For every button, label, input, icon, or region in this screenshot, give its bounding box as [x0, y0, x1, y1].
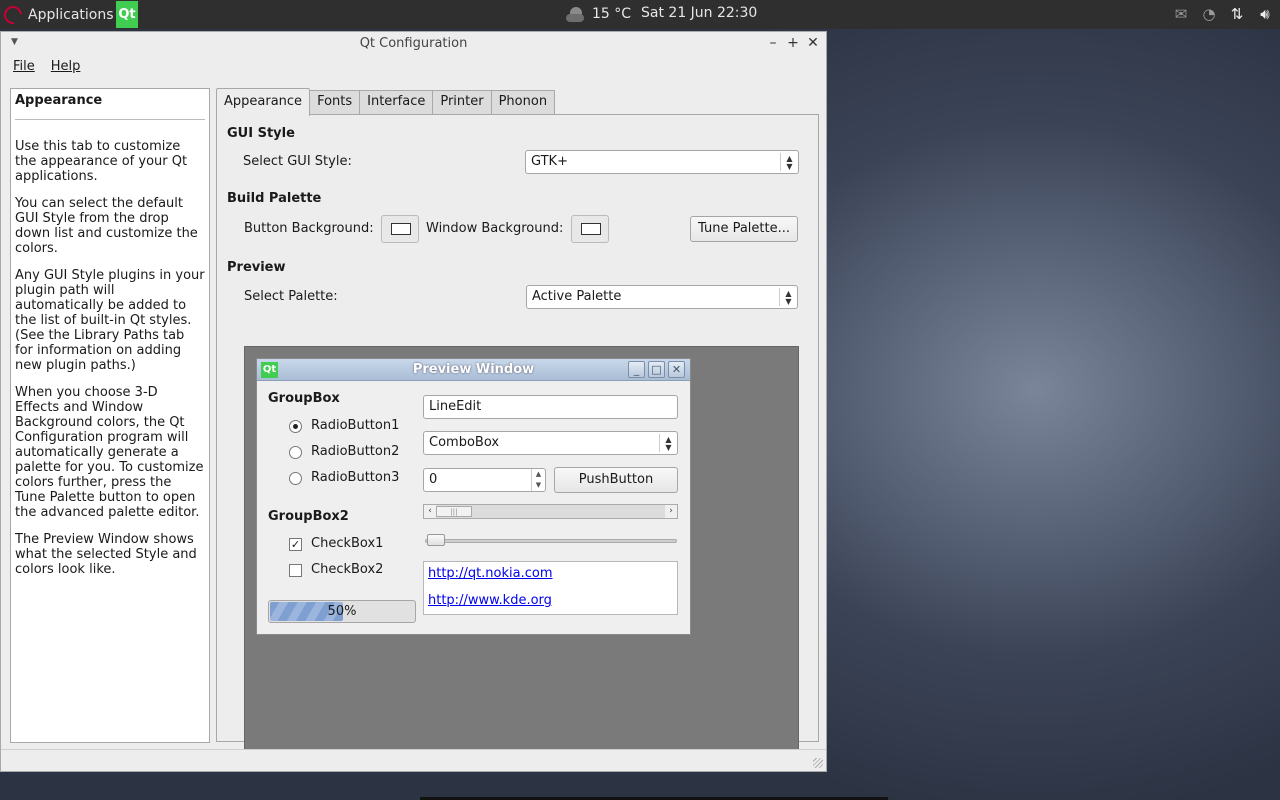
help-divider: [15, 119, 205, 120]
menu-bar: File Help: [1, 56, 826, 80]
radio-button-3-label: RadioButton3: [311, 470, 400, 485]
weather-temperature: 15 °C: [592, 6, 632, 22]
maximize-icon[interactable]: +: [785, 35, 801, 51]
select-palette-label: Select Palette:: [244, 289, 338, 304]
preview-window: Qt Preview Window _ □ ✕ GroupBox RadioBu…: [256, 358, 691, 635]
palette-value: Active Palette: [532, 289, 622, 304]
checkbox-2[interactable]: [289, 564, 302, 577]
help-paragraph: Use this tab to customize the appearance…: [15, 139, 188, 184]
tab-phonon[interactable]: Phonon: [490, 90, 556, 115]
qt-configuration-window: ▼ Qt Configuration – + ✕ File Help Appea…: [0, 31, 827, 772]
radio-button-1[interactable]: [289, 420, 302, 433]
help-panel: Appearance Use this tab to customize the…: [10, 88, 210, 743]
button-background-label: Button Background:: [244, 221, 374, 236]
link-qt-nokia[interactable]: http://qt.nokia.com: [428, 566, 673, 582]
tune-palette-button[interactable]: Tune Palette...: [690, 216, 798, 242]
weather-indicator[interactable]: 15 °C: [566, 5, 631, 23]
slider-handle[interactable]: [427, 534, 445, 546]
preview-push-button[interactable]: PushButton: [554, 467, 678, 493]
debian-logo-icon: [0, 1, 26, 28]
scroll-right-icon[interactable]: ›: [665, 505, 677, 518]
network-transfer-icon[interactable]: ⇅: [1226, 4, 1248, 24]
progress-bar: 50%: [268, 600, 416, 623]
scrollbar-thumb[interactable]: |||: [436, 506, 472, 517]
updown-arrows-icon: ▲ ▼: [779, 288, 797, 306]
preview-combo-value: ComboBox: [429, 435, 500, 450]
window-title: Qt Configuration: [359, 36, 468, 51]
link-kde[interactable]: http://www.kde.org: [428, 593, 673, 609]
slider[interactable]: [425, 534, 677, 548]
preview-close-icon: ✕: [668, 361, 685, 378]
groupbox2-title: GroupBox2: [268, 509, 349, 524]
spin-box-value: 0: [429, 472, 438, 487]
applications-menu[interactable]: Applications: [0, 1, 114, 28]
help-paragraph: The Preview Window shows what the select…: [15, 532, 197, 577]
help-paragraph: When you choose 3-D Effects and Window B…: [15, 385, 204, 520]
preview-title-bar: Qt Preview Window _ □ ✕: [257, 359, 690, 381]
minimize-icon[interactable]: –: [765, 35, 781, 51]
size-grip-icon[interactable]: [813, 758, 823, 768]
line-edit[interactable]: LineEdit: [423, 395, 678, 419]
weather-cloud-icon: [566, 5, 586, 23]
clock[interactable]: Sat 21 Jun 22:30: [641, 5, 757, 21]
radio-button-2[interactable]: [289, 446, 302, 459]
help-paragraph: Any GUI Style plugins in your plugin pat…: [15, 268, 205, 373]
preview-section-title: Preview: [227, 260, 286, 275]
radio-button-2-label: RadioButton2: [311, 444, 400, 459]
preview-combo-box[interactable]: ComboBox ▲ ▼: [423, 431, 678, 455]
radio-button-1-label: RadioButton1: [311, 418, 400, 433]
system-tray: ✉ ◔ ⇅ 🔊︎: [1170, 4, 1276, 24]
volume-icon[interactable]: 🔊︎: [1254, 4, 1276, 24]
qt-launcher-icon[interactable]: Qt: [116, 1, 138, 28]
spin-arrows-icon[interactable]: ▲ ▼: [531, 469, 545, 491]
progress-text: 50%: [327, 604, 357, 619]
radio-button-3[interactable]: [289, 472, 302, 485]
slider-groove: [425, 539, 677, 543]
tab-bar: Appearance Fonts Interface Printer Phono…: [216, 88, 556, 116]
preview-area: Qt Preview Window _ □ ✕ GroupBox RadioBu…: [244, 346, 799, 750]
scroll-left-icon[interactable]: ‹: [424, 505, 436, 518]
gui-style-section-title: GUI Style: [227, 126, 295, 141]
gui-style-combo[interactable]: GTK+ ▲ ▼: [525, 150, 799, 174]
updown-arrows-icon: ▲ ▼: [659, 434, 677, 452]
button-background-color-button[interactable]: [381, 215, 419, 243]
mail-icon[interactable]: ✉: [1170, 4, 1192, 24]
appearance-tab-panel: GUI Style Select GUI Style: GTK+ ▲ ▼ Buil…: [216, 114, 819, 750]
window-background-label: Window Background:: [426, 221, 564, 236]
updown-arrows-icon: ▲ ▼: [780, 153, 798, 171]
tab-fonts[interactable]: Fonts: [309, 90, 361, 115]
menu-file[interactable]: File: [5, 56, 43, 80]
links-box: http://qt.nokia.com http://www.kde.org: [423, 561, 678, 615]
select-gui-style-label: Select GUI Style:: [243, 154, 352, 169]
window-background-color-button[interactable]: [571, 215, 609, 243]
tab-appearance[interactable]: Appearance: [216, 88, 311, 116]
build-palette-section-title: Build Palette: [227, 191, 322, 206]
rss-icon[interactable]: ◔: [1198, 4, 1220, 24]
checkbox-2-label: CheckBox2: [311, 562, 384, 577]
spin-box[interactable]: 0 ▲ ▼: [423, 468, 546, 492]
checkbox-1-label: CheckBox1: [311, 536, 384, 551]
horizontal-scrollbar[interactable]: ‹ ||| ›: [423, 504, 678, 519]
status-bar: [1, 749, 826, 771]
preview-maximize-icon: □: [648, 361, 665, 378]
tab-interface[interactable]: Interface: [359, 90, 434, 115]
top-panel: Applications Qt 15 °C Sat 21 Jun 22:30 ✉…: [0, 0, 1280, 29]
menu-help[interactable]: Help: [43, 56, 89, 80]
color-swatch: [391, 223, 411, 235]
preview-title: Preview Window: [412, 362, 535, 377]
groupbox-title: GroupBox: [268, 391, 340, 406]
title-bar[interactable]: ▼ Qt Configuration – + ✕: [1, 32, 826, 56]
checkbox-1[interactable]: ✓: [289, 538, 302, 551]
applications-label: Applications: [28, 6, 114, 23]
close-icon[interactable]: ✕: [805, 35, 821, 51]
gui-style-value: GTK+: [531, 154, 568, 169]
help-paragraph: You can select the default GUI Style fro…: [15, 196, 198, 256]
tab-printer[interactable]: Printer: [432, 90, 492, 115]
palette-combo[interactable]: Active Palette ▲ ▼: [526, 285, 798, 309]
help-title: Appearance: [15, 93, 103, 108]
color-swatch: [581, 223, 601, 235]
preview-minimize-icon: _: [628, 361, 645, 378]
